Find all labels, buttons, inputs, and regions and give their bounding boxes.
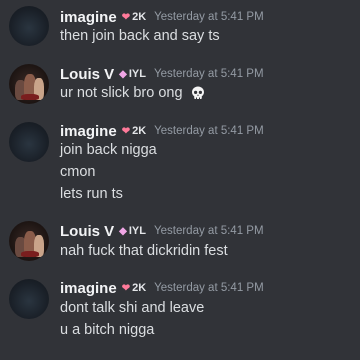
message-content: u a bitch nigga	[60, 322, 155, 338]
message-content: ur not slick bro ong	[60, 83, 206, 103]
timestamp[interactable]: Yesterday at 5:41 PM	[154, 68, 264, 80]
server-tag-label: 2K	[132, 125, 147, 137]
message-header: imagine ❤ 2K Yesterday at 5:41 PM	[60, 278, 264, 298]
username[interactable]: imagine	[60, 9, 117, 26]
username[interactable]: Louis V	[60, 223, 114, 240]
message-content: cmon	[60, 164, 96, 180]
server-tag-label: IYL	[128, 68, 146, 80]
message-content: nah fuck that dickridin fest	[60, 243, 228, 259]
gem-icon: ◆	[119, 68, 127, 80]
timestamp[interactable]: Yesterday at 5:41 PM	[154, 125, 264, 137]
avatar-figure	[21, 94, 39, 100]
username[interactable]: imagine	[60, 280, 117, 297]
server-tag-label: IYL	[128, 225, 146, 237]
heart-icon: ❤	[121, 11, 131, 23]
message-content: then join back and say ts	[60, 28, 220, 44]
message-header: imagine ❤ 2K Yesterday at 5:41 PM	[60, 7, 264, 27]
server-tag-label: 2K	[132, 11, 147, 23]
server-tag-label: 2K	[132, 282, 147, 294]
username[interactable]: Louis V	[60, 66, 114, 83]
avatar[interactable]	[9, 64, 49, 104]
timestamp[interactable]: Yesterday at 5:41 PM	[154, 282, 264, 294]
avatar[interactable]	[9, 6, 49, 46]
username[interactable]: imagine	[60, 123, 117, 140]
message-header: Louis V ◆ IYL Yesterday at 5:41 PM	[60, 221, 264, 241]
message-content: lets run ts	[60, 186, 123, 202]
skull-emoji-icon	[191, 86, 204, 100]
message-content: dont talk shi and leave	[60, 300, 205, 316]
server-tag[interactable]: ◆ IYL	[119, 68, 146, 80]
avatar-figure	[21, 251, 39, 257]
heart-icon: ❤	[121, 282, 131, 294]
server-tag[interactable]: ❤ 2K	[122, 125, 146, 137]
gem-icon: ◆	[119, 225, 127, 237]
server-tag[interactable]: ❤ 2K	[122, 11, 146, 23]
message-text: ur not slick bro ong	[60, 85, 183, 101]
avatar[interactable]	[9, 279, 49, 319]
avatar[interactable]	[9, 221, 49, 261]
timestamp[interactable]: Yesterday at 5:41 PM	[154, 11, 264, 23]
message-content: join back nigga	[60, 142, 157, 158]
message-header: imagine ❤ 2K Yesterday at 5:41 PM	[60, 121, 264, 141]
timestamp[interactable]: Yesterday at 5:41 PM	[154, 225, 264, 237]
message-header: Louis V ◆ IYL Yesterday at 5:41 PM	[60, 64, 264, 84]
server-tag[interactable]: ❤ 2K	[122, 282, 146, 294]
server-tag[interactable]: ◆ IYL	[119, 225, 146, 237]
avatar[interactable]	[9, 122, 49, 162]
chat-message-list: imagine ❤ 2K Yesterday at 5:41 PM then j…	[0, 0, 360, 360]
heart-icon: ❤	[121, 125, 131, 137]
